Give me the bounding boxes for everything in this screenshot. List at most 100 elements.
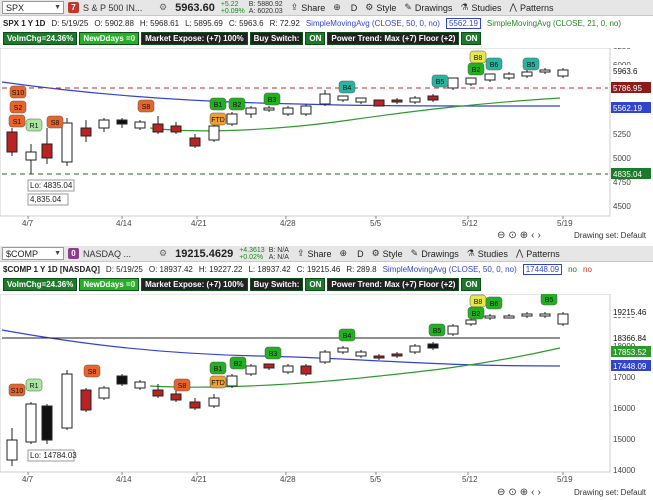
style-button[interactable]: ⚙ Style [372, 248, 403, 259]
chevron-down-icon[interactable]: ▼ [54, 4, 63, 11]
comp-change-block: +4.3613 +0.02% [239, 247, 265, 261]
comp-sma50-value: 17448.09 [522, 263, 563, 275]
comp-last-price: 19215.4629 [175, 247, 234, 260]
zoom-fit-icon[interactable]: ⊙ [508, 230, 516, 241]
signal-label: S1 [13, 119, 22, 126]
zoom-out-icon[interactable]: ⊖ [497, 487, 505, 498]
comp-no2: no [583, 264, 592, 274]
pencil-icon: ✎ [410, 248, 419, 258]
x-tick-label: 4/14 [116, 475, 132, 484]
signal-label: S8 [88, 369, 97, 376]
low-label: Lo: 14784.03 [30, 451, 77, 460]
comp-chart-panel: $COMP ▼ 0 NASDAQ ... ⚙ 19215.4629 +4.361… [0, 246, 653, 500]
gear-icon[interactable]: ⚙ [159, 248, 167, 259]
candle-body [116, 119, 128, 125]
spx-price-chart[interactable]: 625060005750550052505000475045004/74/144… [0, 48, 653, 230]
drawings-button[interactable]: ✎ Drawings [404, 2, 452, 13]
share-button[interactable]: ⇪ Share [291, 2, 326, 13]
price-tag-label: 17448.09 [613, 362, 647, 371]
candle-body [447, 325, 459, 335]
chevron-right-icon[interactable]: › [538, 230, 541, 241]
gear-icon: ⚙ [371, 248, 380, 258]
spx-close: C: 5963.6 [228, 18, 264, 28]
spx-date: D: 5/19/25 [51, 18, 89, 28]
candle-body [25, 403, 37, 443]
candle-body [319, 351, 331, 363]
chevron-left-icon[interactable]: ‹ [531, 230, 534, 241]
candle-body [98, 119, 110, 129]
spx-symbol-field[interactable]: SPX ▼ [2, 1, 64, 14]
spx-description: S & P 500 IN... [83, 2, 143, 13]
flask-icon: ⚗ [466, 248, 475, 258]
signal-label: B2 [472, 311, 481, 318]
y-tick-label: 5000 [613, 154, 631, 163]
x-tick-label: 4/28 [280, 219, 296, 228]
x-tick-label: 4/7 [22, 475, 34, 484]
patterns-button[interactable]: ⋀ Patterns [516, 248, 560, 259]
spx-drawing-set[interactable]: Drawing set: Default [574, 231, 646, 240]
candle-body [447, 77, 459, 89]
comp-symbol-field[interactable]: $COMP ▼ [2, 247, 64, 260]
candle-body [465, 319, 477, 325]
zoom-in-icon[interactable]: ⊕ [520, 487, 528, 498]
signal-label: B1 [214, 102, 223, 109]
spx-last-price: 5963.60 [175, 1, 215, 14]
drawings-button[interactable]: ✎ Drawings [411, 248, 459, 259]
power-trend-pill: Power Trend: Max (+7) Floor (+2) [327, 278, 460, 291]
candle-body [409, 97, 421, 103]
comp-price-chart[interactable]: 1900018000170001600015000140004/74/144/2… [0, 294, 653, 486]
gear-icon[interactable]: ⚙ [159, 2, 167, 13]
signal-label: S2 [14, 105, 23, 112]
chevron-down-icon[interactable]: ▼ [54, 250, 63, 257]
zoom-in-icon[interactable]: ⊕ [520, 230, 528, 241]
candle-body [557, 69, 569, 77]
comp-study-header: $COMP 1 Y 1D [NASDAQ] D: 5/19/25 O: 1893… [3, 263, 598, 275]
signal-label: R1 [30, 383, 39, 390]
signal-label: S10 [12, 90, 25, 97]
candle-body [208, 397, 220, 407]
candle-body [409, 345, 421, 353]
comp-sma50-label: SimpleMovingAvg (CLOSE, 50, 0, no) [382, 264, 517, 274]
candle-body [391, 99, 403, 103]
spx-symbol: SPX [6, 2, 25, 13]
studies-button[interactable]: ⚗ Studies [467, 248, 508, 259]
candle-body [484, 73, 496, 81]
studies-button[interactable]: ⚗ Studies [460, 2, 501, 13]
volm-chg-pill: VolmChg=24.36% [3, 32, 78, 45]
candle-body [189, 401, 201, 409]
buy-switch-on-pill: ON [305, 278, 326, 291]
chevron-right-icon[interactable]: › [538, 487, 541, 498]
aggregation-button[interactable]: D [351, 3, 358, 13]
comp-close: C: 19215.46 [296, 264, 341, 274]
comp-drawing-set[interactable]: Drawing set: Default [574, 488, 646, 497]
patterns-button[interactable]: ⋀ Patterns [510, 2, 554, 13]
candle-body [282, 365, 294, 373]
link-badge[interactable]: 0 [68, 248, 79, 259]
candle-body [170, 393, 182, 401]
x-tick-label: 5/5 [370, 219, 382, 228]
signal-label: FTD [211, 380, 225, 387]
signal-label: B4 [343, 85, 352, 92]
candle-body [503, 315, 515, 319]
signal-label: R1 [30, 123, 39, 130]
chevron-left-icon[interactable]: ‹ [531, 487, 534, 498]
comp-open: O: 18937.42 [148, 264, 193, 274]
x-tick-label: 4/28 [280, 475, 296, 484]
spx-change: +5.22 [220, 0, 239, 8]
x-tick-label: 5/12 [462, 475, 478, 484]
gear-icon: ⚙ [365, 2, 374, 12]
zoom-fit-icon[interactable]: ⊙ [508, 487, 516, 498]
zoom-in-button[interactable]: ⊕ [340, 248, 348, 259]
flask-icon: ⚗ [460, 2, 469, 12]
zoom-out-icon[interactable]: ⊖ [497, 230, 505, 241]
share-button[interactable]: ⇪ Share [297, 248, 332, 259]
spx-bid: B: 5880.92 [248, 0, 283, 8]
link-badge[interactable]: 7 [68, 2, 79, 13]
candle-body [539, 69, 551, 73]
x-tick-label: 5/19 [557, 219, 573, 228]
aggregation-button[interactable]: D [357, 249, 364, 259]
zoom-in-button[interactable]: ⊕ [333, 2, 341, 13]
style-button[interactable]: ⚙ Style [365, 2, 396, 13]
comp-change-pct: +0.02% [239, 253, 264, 261]
spx-zoom-controls: ⊖ ⊙ ⊕ ‹ › [497, 230, 541, 241]
